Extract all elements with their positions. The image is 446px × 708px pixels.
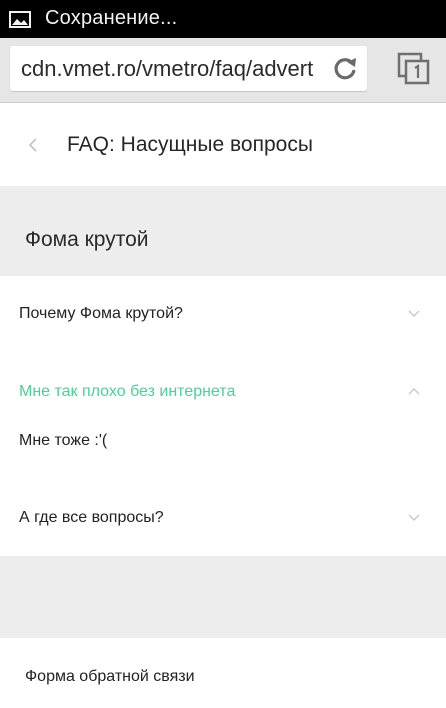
status-bar: Сохранение... <box>0 0 446 38</box>
section-header: Фома крутой <box>0 186 446 276</box>
faq-answer: Мне тоже :'( <box>19 432 108 449</box>
url-bar[interactable]: cdn.vmet.ro/vmetro/faq/advert <box>10 46 367 91</box>
faq-question[interactable]: А где все вопросы? <box>19 509 164 527</box>
faq-item-expanded[interactable]: Мне так плохо без интернета Мне тоже :'( <box>0 354 446 479</box>
page-header: FAQ: Насущные вопросы <box>0 103 446 186</box>
footer: Форма обратной связи <box>0 638 446 708</box>
tabs-icon[interactable] <box>396 51 432 87</box>
chevron-down-icon[interactable] <box>407 513 421 522</box>
browser-toolbar: cdn.vmet.ro/vmetro/faq/advert <box>0 38 446 103</box>
url-text[interactable]: cdn.vmet.ro/vmetro/faq/advert <box>21 56 323 82</box>
faq-item[interactable]: А где все вопросы? <box>0 478 446 556</box>
status-text: Сохранение... <box>45 7 178 29</box>
faq-question[interactable]: Мне так плохо без интернета <box>19 383 235 401</box>
section-title: Фома крутой <box>25 228 149 251</box>
chevron-down-icon[interactable] <box>407 309 421 318</box>
faq-question[interactable]: Почему Фома крутой? <box>19 305 183 323</box>
reload-icon[interactable] <box>331 54 359 82</box>
faq-item[interactable]: Почему Фома крутой? <box>0 276 446 355</box>
image-icon <box>9 11 31 28</box>
page-title: FAQ: Насущные вопросы <box>67 133 313 156</box>
feedback-link[interactable]: Форма обратной связи <box>25 668 195 686</box>
chevron-up-icon[interactable] <box>407 387 421 396</box>
spacer-block <box>0 556 446 638</box>
chevron-left-icon[interactable] <box>26 136 40 154</box>
